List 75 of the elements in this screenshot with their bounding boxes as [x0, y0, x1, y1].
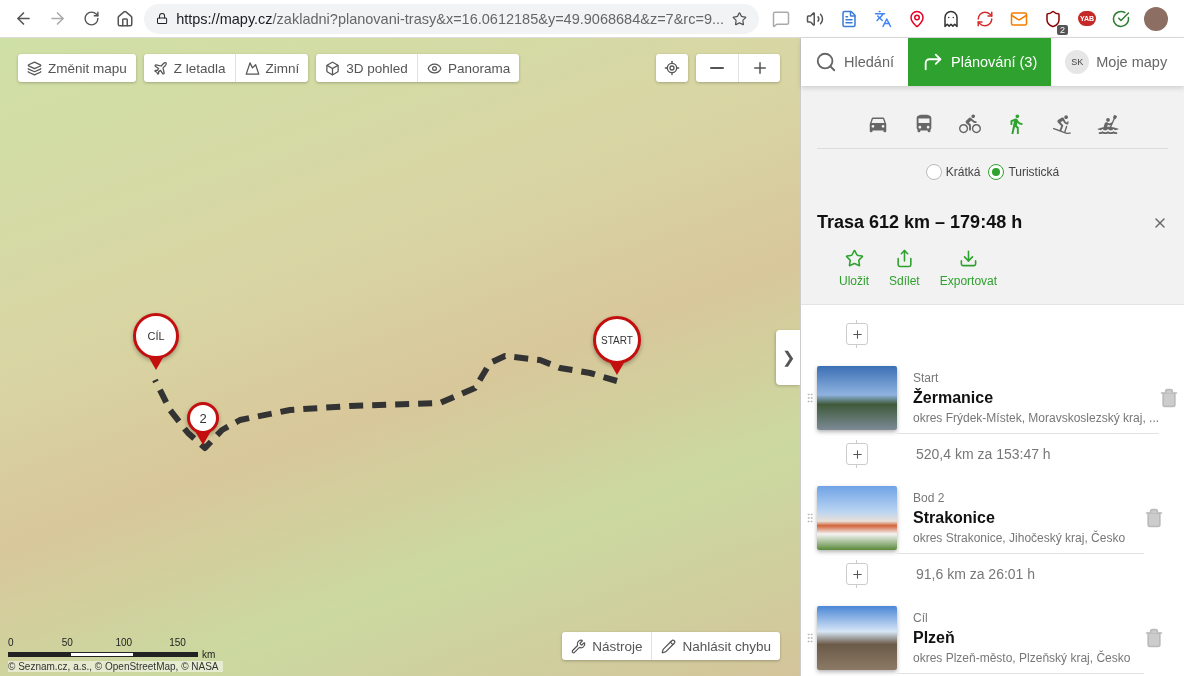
map-tool-button[interactable]: Změnit mapu [18, 54, 136, 82]
map-tool-button[interactable]: Z letadla [143, 54, 235, 82]
boat-icon [1096, 113, 1119, 135]
lock-icon [156, 12, 169, 25]
scale-label: 0 [8, 637, 15, 648]
leg-distance: 520,4 km za 153:47 h [915, 446, 1052, 462]
waypoint-name: Plzeň [913, 629, 956, 647]
drag-handle-icon[interactable] [804, 512, 816, 524]
waypoint-role: Cíl [913, 611, 929, 625]
bookmark-star-icon[interactable] [732, 10, 747, 27]
star-icon [844, 249, 864, 268]
extension-badge: 2 [1057, 24, 1068, 35]
panel-tab[interactable]: Hledání [801, 38, 908, 86]
plus-icon [850, 567, 864, 581]
bike-icon [958, 113, 981, 135]
ski-icon [1050, 113, 1073, 135]
home-icon [116, 9, 134, 28]
minus-icon [710, 66, 724, 70]
route-type-radio[interactable]: Krátká [925, 164, 981, 180]
map-tool-button[interactable]: Nástroje [562, 632, 652, 660]
radio-dot[interactable] [925, 164, 942, 180]
user-avatar: SK [1065, 50, 1090, 74]
drag-handle-icon[interactable] [804, 632, 816, 644]
waypoint-region: okres Strakonice, Jihočeský kraj, Česko [913, 531, 1127, 545]
route-summary: Trasa 612 km – 179:48 h [817, 212, 1023, 233]
travel-mode-button[interactable] [1095, 112, 1120, 136]
trash-icon [1144, 628, 1164, 648]
panel-tab[interactable]: SK Moje mapy [1051, 38, 1182, 86]
download-icon [958, 249, 978, 268]
drag-handle-icon[interactable] [804, 392, 816, 404]
add-waypoint-button[interactable] [846, 443, 868, 465]
map-attribution: © Seznam.cz, a.s., © OpenStreetMap, © NASA [8, 661, 223, 672]
map-tool-button[interactable]: Nahlásit chybu [651, 632, 780, 660]
scale-label: 100 [115, 637, 134, 648]
turn-arrow-icon [922, 51, 944, 73]
map-tool-button[interactable]: 3D pohled [316, 54, 417, 82]
waypoint-role: Start [913, 371, 940, 385]
waypoint-name: Strakonice [913, 509, 996, 527]
plus-icon [850, 327, 864, 341]
search-icon [815, 51, 837, 73]
target-icon [664, 60, 680, 76]
radio-dot[interactable] [988, 164, 1005, 180]
tools-icon [571, 638, 587, 654]
scale-label: 150 [169, 637, 187, 648]
extension-icon[interactable] [806, 9, 824, 28]
trash-icon [1159, 388, 1180, 408]
scale-label: 50 [61, 637, 74, 648]
waypoint-region: okres Plzeň-město, Plzeňský kraj, Česko [913, 651, 1132, 665]
mountain-icon [244, 60, 260, 76]
add-waypoint-button[interactable] [846, 563, 868, 585]
cube-icon [325, 60, 341, 76]
plane-icon [152, 60, 168, 76]
route-type-radio[interactable]: Turistická [988, 164, 1060, 180]
reload-icon [82, 10, 100, 27]
trash-icon [1144, 508, 1164, 528]
waypoint-name: Žermanice [913, 389, 995, 407]
travel-mode-button[interactable] [957, 112, 982, 136]
leg-distance: 91,6 km za 26:01 h [915, 566, 1037, 582]
share-icon [894, 249, 914, 268]
plus-icon [850, 447, 864, 461]
address-bar[interactable]: https://mapy.cz/zakladni?planovani-trasy&x=16.0612185&y=49.9068684&z=7&rc=9... [144, 3, 759, 34]
pencil-icon [661, 638, 677, 654]
waypoint-region: okres Frýdek-Místek, Moravskoslezský kraj, ... [913, 411, 1160, 425]
extension-icon[interactable] [942, 9, 960, 28]
map-view[interactable]: CÍL 2 START Změnit mapu Z letadla Zimní 3D pohled Panorama 0 50 100 150 km © Seznam.cz, a.s., © OpenStreetMap, © NASA Nástroje Nahlásit chybu ❯ [0, 38, 800, 676]
map-tool-button[interactable]: Panorama [416, 54, 520, 82]
waypoint-role: Bod 2 [913, 491, 946, 505]
add-waypoint-button[interactable] [846, 323, 868, 345]
profile-avatar[interactable] [1144, 6, 1168, 31]
panel-toggle-button[interactable]: ❯ [776, 330, 800, 385]
map-tool-button[interactable]: Zimní [234, 54, 309, 82]
layers-icon [27, 60, 42, 76]
eye-icon [426, 60, 442, 76]
scale-unit: km [202, 649, 216, 660]
extension-icon[interactable] [1044, 9, 1062, 28]
